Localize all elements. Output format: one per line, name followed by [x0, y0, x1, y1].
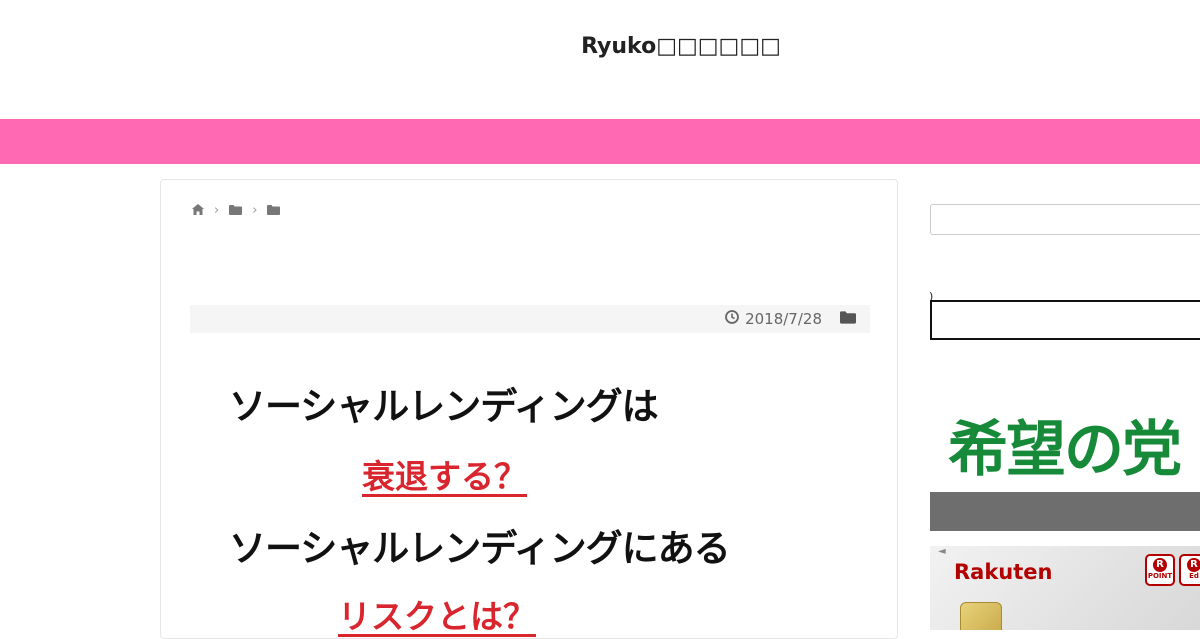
home-icon[interactable] [192, 203, 204, 218]
breadcrumb-separator: › [214, 203, 220, 218]
navigation-bar [0, 119, 1200, 164]
category-folder-icon[interactable] [840, 310, 856, 328]
breadcrumb: › › [192, 203, 281, 218]
edy-badge: R Ed [1179, 554, 1200, 586]
sidebar-box [930, 300, 1200, 340]
point-badge: R POINT [1145, 554, 1175, 586]
edy-badge-label: Ed [1189, 572, 1199, 580]
ad-corner-mark: ◄ [938, 546, 946, 557]
party-banner-text: 希望の党 [948, 415, 1182, 485]
breadcrumb-separator: › [252, 203, 258, 218]
site-title[interactable]: Ryuko□□□□□□ [0, 34, 1200, 59]
credit-card-ad[interactable]: ◄ Rakuten R POINT R Ed [930, 546, 1200, 630]
point-badge-label: POINT [1147, 572, 1173, 580]
point-badge-mark: R [1153, 558, 1167, 572]
post-date: 2018/7/28 [745, 310, 822, 328]
folder-icon[interactable] [229, 204, 243, 218]
folder-icon[interactable] [267, 204, 281, 218]
card-chip-icon [960, 602, 1002, 630]
card-brand-logo: Rakuten [954, 560, 1053, 584]
sidebar-search-input[interactable] [930, 204, 1200, 235]
article-card: › › 2018/7/28 ソーシャルレンディングは 衰退する？ ソーシャルレン… [160, 179, 898, 639]
headline-line-1: ソーシャルレンディングは [229, 385, 659, 428]
clock-icon [725, 310, 739, 328]
edy-badge-mark: R [1187, 558, 1200, 572]
sidebar-widget-header [930, 492, 1200, 531]
headline-line-3: ソーシャルレンディングにある [229, 527, 731, 570]
post-meta-bar: 2018/7/28 [190, 305, 870, 333]
party-banner-ad[interactable]: 希望の党 [930, 365, 1200, 485]
